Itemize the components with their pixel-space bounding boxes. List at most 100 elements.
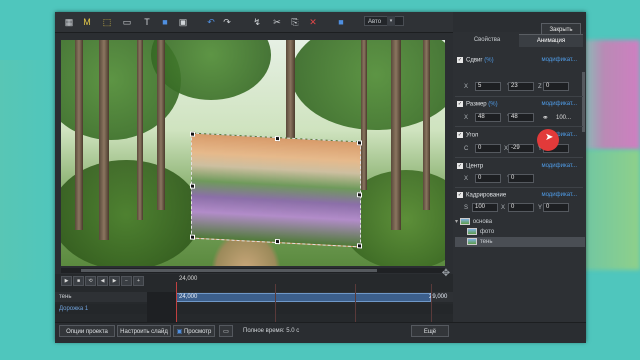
redo-icon[interactable]: ↷ (221, 16, 233, 28)
shift-checkbox[interactable]: ✓ (457, 57, 463, 63)
divider (455, 96, 583, 97)
mouse-cursor-icon: ➤ (545, 132, 554, 143)
center-x-label: X (464, 176, 469, 182)
timeline-marker (355, 284, 356, 322)
preview-scrollbar-thumb[interactable] (81, 269, 377, 272)
timeline-clip[interactable] (176, 293, 431, 302)
tree-trunk (286, 40, 295, 150)
delete-icon[interactable]: ✕ (307, 16, 319, 28)
angle-checkbox[interactable]: ✓ (457, 132, 463, 138)
image-icon[interactable]: ▣ (177, 16, 189, 28)
crop-label: Кадрирование (466, 192, 507, 199)
selected-layer-overlay[interactable] (190, 131, 362, 249)
track-row[interactable]: Дорожка 1 (55, 304, 453, 314)
resize-handle[interactable] (190, 183, 195, 189)
size-y-input[interactable]: 48 (508, 113, 534, 122)
rectangle-icon[interactable]: ■ (159, 16, 171, 28)
angle-c-label: C (464, 146, 469, 152)
center-modify-link[interactable]: модификат... (541, 163, 577, 169)
text-m-icon[interactable]: M (81, 16, 93, 28)
tree-node-label: основа (472, 219, 493, 225)
tree-trunk (361, 40, 367, 190)
divider (455, 157, 583, 158)
effects-icon[interactable]: ↯ (251, 16, 263, 28)
crop-modify-link[interactable]: модификат... (541, 192, 577, 198)
move-icon[interactable]: ✥ (440, 268, 452, 280)
divider (455, 187, 583, 188)
center-header[interactable]: ✓ Центр (457, 163, 483, 170)
angle-c-input[interactable]: 0 (475, 144, 501, 153)
crop-header[interactable]: ✓ Кадрирование (457, 192, 506, 199)
film-icon[interactable]: ▦ (63, 16, 75, 28)
panel-scrollbar[interactable] (582, 72, 585, 132)
cut-icon[interactable]: ✂ (271, 16, 283, 28)
layer-color-icon[interactable]: ■ (335, 16, 347, 28)
center-y-input[interactable]: 0 (508, 174, 534, 183)
center-x-input[interactable]: 0 (475, 174, 501, 183)
shift-modify-link[interactable]: модификат... (541, 57, 577, 63)
link-icon[interactable]: ⚭ (542, 113, 549, 122)
more-button[interactable]: Ещё (411, 325, 449, 337)
crop-checkbox[interactable]: ✓ (457, 192, 463, 198)
size-checkbox[interactable]: ✓ (457, 101, 463, 107)
resize-handle[interactable] (275, 135, 280, 142)
video-clip-icon[interactable]: ▭ (121, 16, 133, 28)
shift-header[interactable]: ✓ Сдвиг (%) (457, 57, 494, 64)
crop-y-input[interactable]: 0 (543, 203, 569, 212)
add-key-icon[interactable]: + (133, 276, 144, 286)
shift-x-input[interactable]: 5 (475, 82, 501, 91)
play-icon[interactable]: ▶ (61, 276, 72, 286)
resize-handle[interactable] (357, 140, 362, 146)
timeline-gap (147, 292, 176, 322)
shift-y-input[interactable]: 23 (508, 82, 534, 91)
angle-label: Угол (466, 132, 479, 139)
copy-icon[interactable]: ⎘ (289, 16, 301, 28)
preview-canvas[interactable] (61, 40, 445, 266)
crop-frame-icon[interactable]: ⬚ (101, 16, 113, 28)
tab-properties[interactable]: Свойства (455, 34, 519, 46)
prev-key-icon[interactable]: ◀ (97, 276, 108, 286)
crop-x-label: X (501, 205, 506, 211)
chevron-down-icon[interactable]: ▾ (387, 16, 395, 26)
zoom-select[interactable]: Авто (364, 16, 404, 26)
crop-s-input[interactable]: 100 (472, 203, 498, 212)
background-green-blur (580, 150, 640, 270)
text-t-icon[interactable]: T (141, 16, 153, 28)
size-pct: (%) (488, 101, 498, 108)
timeline-marker (431, 284, 432, 322)
tree-node-child[interactable]: фото (455, 227, 585, 237)
angle-x-input[interactable]: -29 (508, 144, 534, 153)
angle-header[interactable]: ✓ Угол (457, 132, 478, 139)
resize-handle[interactable] (357, 243, 362, 249)
track-label: Дорожка 1 (59, 306, 89, 312)
center-checkbox[interactable]: ✓ (457, 163, 463, 169)
layer-thumb-icon (467, 237, 477, 245)
monitor-icon: ▭ (223, 329, 229, 335)
loop-icon[interactable]: ⟲ (85, 276, 96, 286)
size-modify-link[interactable]: модификат... (541, 101, 577, 107)
stop-icon[interactable]: ■ (73, 276, 84, 286)
resize-handle[interactable] (190, 131, 195, 137)
tree-trunk (99, 40, 109, 240)
preview-button[interactable]: ▣ Просмотр (173, 325, 215, 337)
shift-z-input[interactable]: 0 (543, 82, 569, 91)
slide-settings-button[interactable]: Настроить слайд (117, 325, 171, 337)
tree-node-child-selected[interactable]: тень (455, 237, 585, 247)
background-left (0, 60, 60, 280)
tree-node-root[interactable]: ▾ основа (455, 217, 585, 227)
undo-icon[interactable]: ↶ (205, 16, 217, 28)
tab-animation[interactable]: Анимация (519, 34, 583, 47)
resize-handle[interactable] (357, 192, 362, 198)
tree-trunk (391, 40, 401, 230)
size-label: Размер (466, 101, 487, 108)
resize-handle[interactable] (190, 234, 195, 240)
resize-handle[interactable] (275, 238, 280, 245)
playhead[interactable] (176, 282, 177, 322)
media-button[interactable]: ▭ (219, 325, 233, 337)
size-x-input[interactable]: 48 (475, 113, 501, 122)
size-header[interactable]: ✓ Размер (%) (457, 101, 498, 108)
crop-x-input[interactable]: 0 (508, 203, 534, 212)
remove-key-icon[interactable]: − (121, 276, 132, 286)
project-options-button[interactable]: Опции проекта (59, 325, 115, 337)
next-key-icon[interactable]: ▶ (109, 276, 120, 286)
